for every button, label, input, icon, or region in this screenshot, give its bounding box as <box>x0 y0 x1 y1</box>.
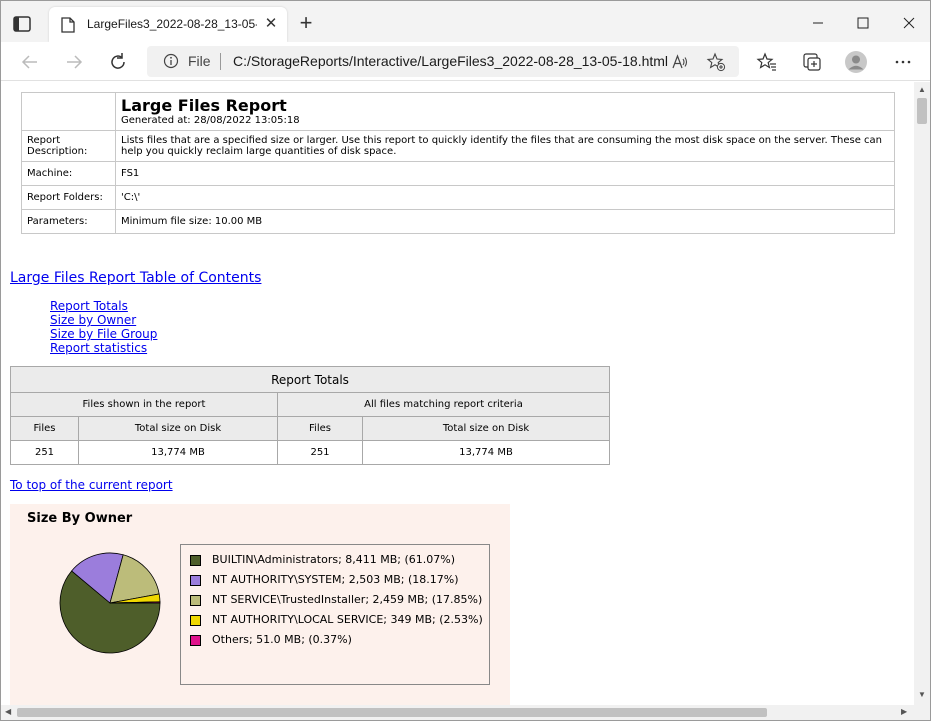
browser-window: LargeFiles3_2022-08-28_13-05-18.html ✕ + <box>0 0 931 721</box>
col-header-size: Total size on Disk <box>78 416 278 441</box>
legend-swatch <box>190 555 201 566</box>
toc-link-size-by-file-group[interactable]: Size by File Group <box>50 327 157 341</box>
legend-swatch <box>190 595 201 606</box>
row-value: Lists files that are a specified size or… <box>115 130 895 162</box>
refresh-icon[interactable] <box>106 50 130 74</box>
legend-swatch <box>190 615 201 626</box>
scrollbar-corner <box>914 705 930 720</box>
report-title: Large Files Report <box>121 96 287 115</box>
page-content: Large Files Report Generated at: 28/08/2… <box>1 82 914 705</box>
owner-chart-title: Size By Owner <box>27 511 133 526</box>
new-tab-button[interactable]: + <box>295 12 317 35</box>
minimize-icon[interactable] <box>806 11 830 35</box>
legend-swatch <box>190 575 201 586</box>
col-header-files: Files <box>10 416 79 441</box>
row-label: Report Folders: <box>21 185 116 210</box>
vertical-scrollbar[interactable]: ▲ ▼ <box>914 82 930 705</box>
add-favorite-icon[interactable] <box>706 52 726 72</box>
row-label: Parameters: <box>21 209 116 234</box>
header-title-cell: Large Files Report Generated at: 28/08/2… <box>115 92 895 131</box>
forward-icon[interactable] <box>62 50 86 74</box>
generated-at: Generated at: 28/08/2022 13:05:18 <box>121 115 300 126</box>
owner-pie-chart <box>59 552 161 654</box>
scroll-down-icon[interactable]: ▼ <box>918 691 926 699</box>
row-label: Report Description: <box>21 130 116 162</box>
address-toolbar: File C:/StorageReports/Interactive/Large… <box>1 42 930 81</box>
horizontal-scrollbar[interactable]: ◀ ▶ <box>1 705 914 720</box>
toc-link-report-statistics[interactable]: Report statistics <box>50 341 157 355</box>
report-header-table: Large Files Report Generated at: 28/08/2… <box>21 92 895 234</box>
vertical-scroll-thumb[interactable] <box>917 98 927 124</box>
top-of-report-link[interactable]: To top of the current report <box>10 478 173 492</box>
close-window-icon[interactable] <box>897 11 921 35</box>
active-tab[interactable]: LargeFiles3_2022-08-28_13-05-18.html ✕ <box>49 7 287 42</box>
address-bar[interactable]: File C:/StorageReports/Interactive/Large… <box>147 46 739 77</box>
toc-list: Report Totals Size by Owner Size by File… <box>50 299 157 355</box>
favorites-icon[interactable] <box>755 50 779 74</box>
read-aloud-icon[interactable] <box>671 53 689 71</box>
scroll-up-icon[interactable]: ▲ <box>918 86 926 94</box>
totals-group-all: All files matching report criteria <box>277 392 610 417</box>
header-empty-cell <box>21 92 116 131</box>
address-scheme: File <box>188 53 211 69</box>
info-icon[interactable] <box>163 53 179 69</box>
horizontal-scroll-thumb[interactable] <box>17 708 767 717</box>
all-files-value: 251 <box>277 440 363 465</box>
address-separator <box>220 53 221 70</box>
scroll-left-icon[interactable]: ◀ <box>5 708 11 716</box>
report-totals-table: Report Totals Files shown in the report … <box>10 366 610 465</box>
profile-avatar-icon[interactable] <box>844 50 868 74</box>
tab-close-icon[interactable]: ✕ <box>263 16 279 32</box>
owner-legend: BUILTIN\Administrators; 8,411 MB; (61.07… <box>180 544 490 685</box>
row-value: FS1 <box>115 161 895 186</box>
legend-label: NT AUTHORITY\LOCAL SERVICE; 349 MB; (2.5… <box>212 613 483 626</box>
maximize-icon[interactable] <box>851 11 875 35</box>
shown-files-value: 251 <box>10 440 79 465</box>
row-value: Minimum file size: 10.00 MB <box>115 209 895 234</box>
collections-icon[interactable] <box>800 50 824 74</box>
scroll-right-icon[interactable]: ▶ <box>901 708 907 716</box>
legend-swatch <box>190 635 201 646</box>
page-icon <box>61 17 75 33</box>
toc-title-link[interactable]: Large Files Report Table of Contents <box>10 270 261 286</box>
col-header-files: Files <box>277 416 363 441</box>
shown-size-value: 13,774 MB <box>78 440 278 465</box>
tab-actions-icon[interactable] <box>11 13 33 35</box>
totals-group-shown: Files shown in the report <box>10 392 278 417</box>
legend-label: Others; 51.0 MB; (0.37%) <box>212 633 352 646</box>
more-options-icon[interactable] <box>891 50 915 74</box>
legend-label: BUILTIN\Administrators; 8,411 MB; (61.07… <box>212 553 456 566</box>
address-url[interactable]: C:/StorageReports/Interactive/LargeFiles… <box>233 53 668 69</box>
totals-title: Report Totals <box>10 366 610 393</box>
tab-bar: LargeFiles3_2022-08-28_13-05-18.html ✕ + <box>1 1 930 42</box>
legend-label: NT AUTHORITY\SYSTEM; 2,503 MB; (18.17%) <box>212 573 459 586</box>
row-value: 'C:\' <box>115 185 895 210</box>
size-by-owner-panel: Size By Owner BUILTIN\Administrators; 8,… <box>10 504 510 705</box>
legend-label: NT SERVICE\TrustedInstaller; 2,459 MB; (… <box>212 593 483 606</box>
col-header-size: Total size on Disk <box>362 416 610 441</box>
toc-link-report-totals[interactable]: Report Totals <box>50 299 157 313</box>
back-icon[interactable] <box>18 50 42 74</box>
tab-title: LargeFiles3_2022-08-28_13-05-18.html <box>87 17 257 31</box>
all-size-value: 13,774 MB <box>362 440 610 465</box>
toc-link-size-by-owner[interactable]: Size by Owner <box>50 313 157 327</box>
row-label: Machine: <box>21 161 116 186</box>
